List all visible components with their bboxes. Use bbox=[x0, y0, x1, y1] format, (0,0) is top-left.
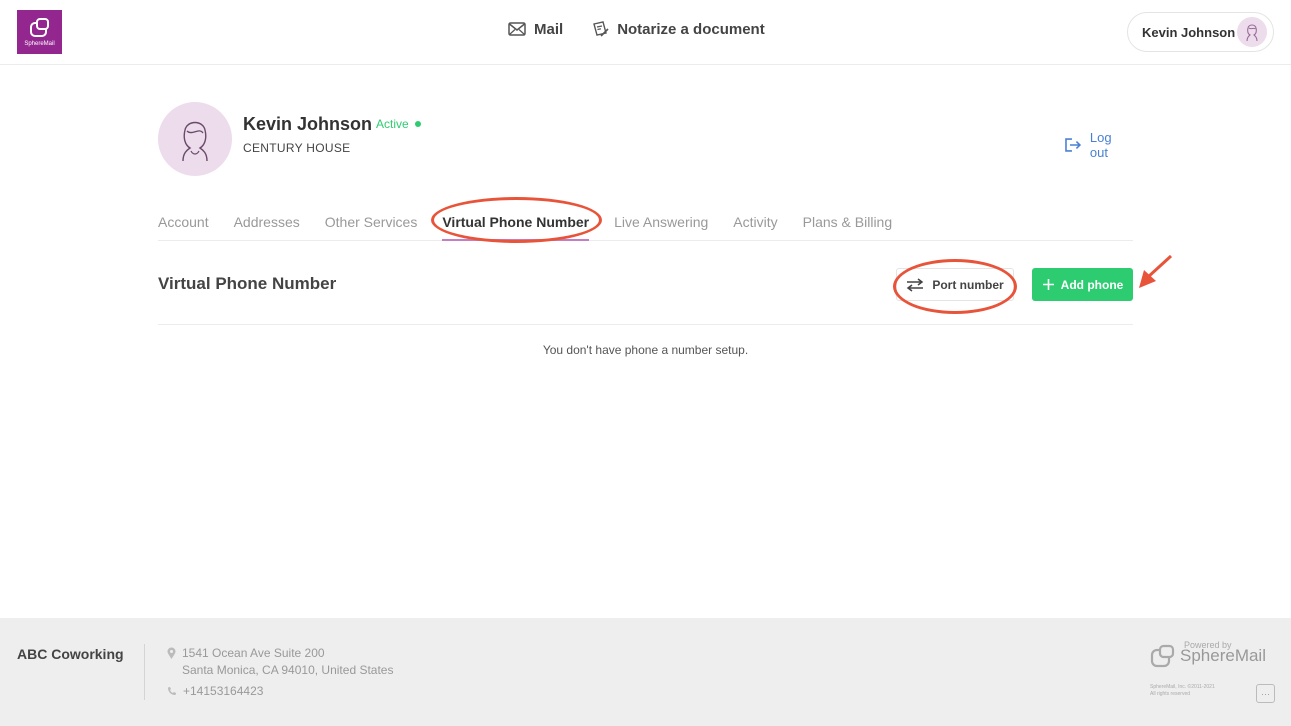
add-phone-button[interactable]: Add phone bbox=[1032, 268, 1133, 301]
avatar bbox=[158, 102, 232, 176]
status-label: Active bbox=[376, 117, 409, 131]
annotation-arrow-icon bbox=[1139, 254, 1173, 288]
footer-brand: ABC Coworking bbox=[17, 646, 124, 662]
spheremail-logo[interactable]: SphereMail bbox=[17, 10, 62, 54]
spheremail-logo-icon bbox=[29, 17, 49, 37]
status-dot-icon bbox=[414, 121, 421, 127]
mail-icon bbox=[508, 22, 526, 36]
company-name: CENTURY HOUSE bbox=[243, 141, 351, 155]
nav-mail-label: Mail bbox=[534, 20, 564, 38]
spheremail-logo-icon bbox=[1150, 644, 1175, 668]
logout-link[interactable]: Log out bbox=[1064, 130, 1133, 160]
footer-phone: +14153164423 bbox=[167, 684, 263, 698]
port-number-label: Port number bbox=[932, 277, 1004, 292]
nav-notarize[interactable]: Notarize a document bbox=[591, 20, 765, 38]
section-divider bbox=[158, 324, 1133, 325]
add-phone-label: Add phone bbox=[1060, 277, 1124, 292]
copyright-text: SphereMail, Inc. ©2011-2021 All rights r… bbox=[1150, 684, 1245, 698]
tab-activity[interactable]: Activity bbox=[733, 212, 777, 241]
logout-icon bbox=[1065, 138, 1082, 152]
logo-text: SphereMail bbox=[24, 40, 55, 47]
location-pin-icon bbox=[167, 647, 176, 659]
profile-tabs: Account Addresses Other Services Virtual… bbox=[158, 212, 1133, 241]
nav-mail[interactable]: Mail bbox=[508, 21, 563, 38]
top-bar: SphereMail Mail Notarize a document Kevi… bbox=[0, 0, 1291, 65]
tab-plans-billing[interactable]: Plans & Billing bbox=[803, 212, 893, 241]
footer-phone-number: +14153164423 bbox=[183, 684, 264, 698]
copyright-line-2: All rights reserved bbox=[1150, 691, 1191, 697]
notarize-icon bbox=[593, 21, 609, 37]
spheremail-footer-text: SphereMail bbox=[1180, 646, 1266, 665]
footer: ABC Coworking 1541 Ocean Ave Suite 200 S… bbox=[0, 618, 1291, 726]
address-line-1: 1541 Ocean Ave Suite 200 bbox=[182, 646, 325, 660]
user-menu-button[interactable]: Kevin Johnson bbox=[1127, 12, 1274, 52]
avatar-icon bbox=[1237, 17, 1267, 47]
chat-dots-icon: ··· bbox=[1261, 688, 1270, 699]
footer-address: 1541 Ocean Ave Suite 200 Santa Monica, C… bbox=[167, 645, 393, 679]
chat-button[interactable]: ··· bbox=[1256, 684, 1275, 703]
nav-notarize-label: Notarize a document bbox=[617, 20, 765, 38]
tab-account[interactable]: Account bbox=[158, 212, 209, 241]
spheremail-footer-logo[interactable]: SphereMail bbox=[1150, 644, 1266, 668]
tab-other-services[interactable]: Other Services bbox=[325, 212, 418, 241]
tab-virtual-phone-number[interactable]: Virtual Phone Number bbox=[442, 212, 590, 241]
footer-divider bbox=[144, 644, 145, 700]
avatar-icon bbox=[182, 121, 208, 162]
copyright-line-1: SphereMail, Inc. ©2011-2021 bbox=[1150, 684, 1215, 690]
logout-label: Log out bbox=[1089, 130, 1112, 160]
section-title: Virtual Phone Number bbox=[158, 274, 337, 293]
status-badge: Active bbox=[376, 117, 421, 131]
top-navigation: Mail Notarize a document bbox=[508, 20, 765, 38]
user-menu-name: Kevin Johnson bbox=[1142, 24, 1236, 40]
tab-addresses[interactable]: Addresses bbox=[234, 212, 300, 241]
tab-live-answering[interactable]: Live Answering bbox=[614, 212, 708, 241]
profile-name: Kevin Johnson bbox=[243, 114, 373, 134]
phone-icon bbox=[168, 687, 176, 695]
port-number-button[interactable]: Port number bbox=[896, 268, 1014, 301]
profile-header: Kevin Johnson Active CENTURY HOUSE Log o… bbox=[158, 102, 1133, 177]
plus-icon bbox=[1042, 279, 1054, 290]
swap-arrows-icon bbox=[907, 277, 924, 292]
address-line-2: Santa Monica, CA 94010, United States bbox=[182, 663, 394, 677]
empty-state-message: You don't have phone a number setup. bbox=[542, 343, 749, 357]
